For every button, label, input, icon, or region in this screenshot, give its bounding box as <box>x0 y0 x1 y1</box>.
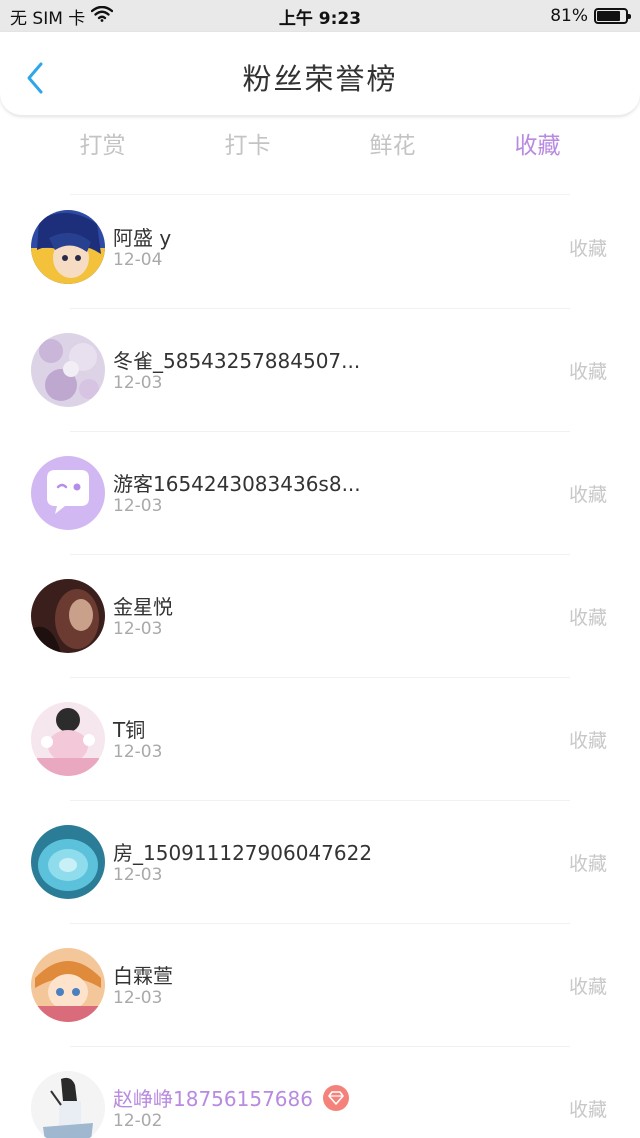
fan-name: 金星悦 <box>113 595 173 619</box>
fan-name: 白霖萱 <box>113 964 173 988</box>
fan-date: 12-03 <box>113 865 163 885</box>
list-item[interactable]: 金星悦 12-03 收藏 <box>0 555 640 678</box>
list-item[interactable]: 白霖萱 12-03 收藏 <box>0 924 640 1047</box>
fan-list: 阿盛 y 12-04 收藏 冬雀_58543257884507... 12-03… <box>0 186 640 1138</box>
list-item[interactable]: 游客1654243083436s8... 12-03 收藏 <box>0 432 640 555</box>
list-item[interactable]: 冬雀_58543257884507... 12-03 收藏 <box>0 309 640 432</box>
fan-name: 赵峥峥18756157686 <box>113 1087 313 1111</box>
fan-date: 12-03 <box>113 496 163 516</box>
tab-flowers[interactable]: 鲜花 <box>320 122 465 170</box>
diamond-badge-icon <box>322 1084 349 1111</box>
avatar <box>31 702 105 776</box>
collect-label: 收藏 <box>568 484 607 506</box>
list-item[interactable]: 阿盛 y 12-04 收藏 <box>0 186 640 309</box>
status-bar: 无 SIM 卡 上午 9:23 81% <box>0 0 640 32</box>
fan-date: 12-04 <box>113 250 163 270</box>
avatar <box>31 456 105 530</box>
tab-checkin[interactable]: 打卡 <box>175 122 320 170</box>
fan-date: 12-02 <box>113 1111 163 1131</box>
collect-label: 收藏 <box>568 976 607 998</box>
battery-level <box>597 11 620 21</box>
collect-label: 收藏 <box>568 361 607 383</box>
battery-icon <box>594 8 631 24</box>
collect-label: 收藏 <box>568 238 607 260</box>
avatar <box>31 1071 105 1138</box>
page-title: 粉丝荣誉榜 <box>242 62 398 96</box>
list-item[interactable]: T铜 12-03 收藏 <box>0 678 640 801</box>
avatar <box>31 210 105 284</box>
status-right: 81% <box>550 0 631 32</box>
avatar <box>31 333 105 407</box>
collect-label: 收藏 <box>568 853 607 875</box>
tab-reward[interactable]: 打赏 <box>30 122 175 170</box>
fan-date: 12-03 <box>113 373 163 393</box>
collect-label: 收藏 <box>568 730 607 752</box>
avatar <box>31 825 105 899</box>
tab-bar: 打赏 打卡 鲜花 收藏 <box>30 122 610 170</box>
avatar <box>31 579 105 653</box>
collect-label: 收藏 <box>568 607 607 629</box>
status-time: 上午 9:23 <box>278 8 362 29</box>
fan-name: T铜 <box>113 718 146 742</box>
avatar <box>31 948 105 1022</box>
battery-percent: 81% <box>550 6 588 26</box>
fan-name: 阿盛 y <box>113 226 172 250</box>
fan-name: 游客1654243083436s8... <box>113 472 361 496</box>
tab-collect[interactable]: 收藏 <box>465 122 610 170</box>
fan-date: 12-03 <box>113 742 163 762</box>
fan-name-vip: 赵峥峥18756157686 <box>113 1083 349 1112</box>
list-item[interactable]: 房_150911127906047622 12-03 收藏 <box>0 801 640 924</box>
list-item[interactable]: 赵峥峥18756157686 12-02 收藏 <box>0 1047 640 1138</box>
fan-date: 12-03 <box>113 988 163 1008</box>
collect-label: 收藏 <box>568 1099 607 1121</box>
fan-date: 12-03 <box>113 619 163 639</box>
fan-name: 冬雀_58543257884507... <box>113 349 361 373</box>
nav-bar: 粉丝荣誉榜 <box>0 32 640 116</box>
fan-name: 房_150911127906047622 <box>113 841 373 865</box>
